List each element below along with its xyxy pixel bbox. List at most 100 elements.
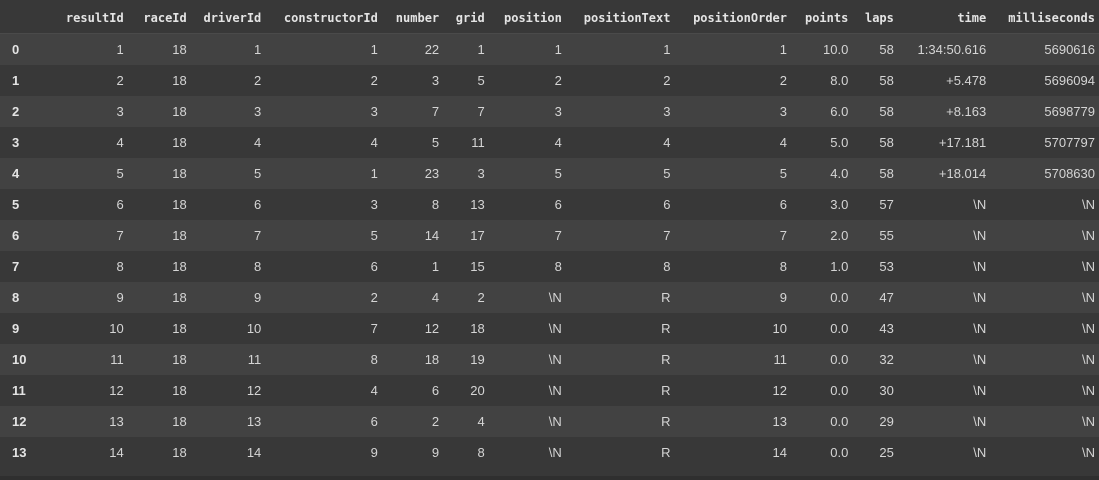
- cell-laps: 58: [879, 166, 894, 181]
- cell-resultId: 12: [109, 383, 124, 398]
- cell-milliseconds: 5690616: [1044, 42, 1095, 57]
- cell-driverId: 4: [254, 135, 262, 150]
- cell-resultId: 3: [116, 104, 124, 119]
- header-raceId: raceId: [127, 3, 191, 34]
- cell-position: 1: [554, 42, 562, 57]
- cell-number: 3: [431, 73, 440, 88]
- cell-positionText: 8: [663, 259, 671, 274]
- cell-points: 1.0: [830, 259, 849, 274]
- row-index: 6: [12, 228, 20, 243]
- table-row: 12 13 18 13 6 2 4 \N R 13 0.0 29 \N \N: [0, 406, 1099, 437]
- cell-constructorId: 6: [370, 259, 378, 274]
- cell-positionText: R: [661, 445, 671, 460]
- cell-number: 4: [431, 290, 440, 305]
- cell-driverId: 6: [254, 197, 262, 212]
- header-milliseconds: milliseconds: [990, 3, 1099, 34]
- cell-raceId: 18: [172, 197, 187, 212]
- table-row: 5 6 18 6 3 8 13 6 6 6 3.0 57 \N \N: [0, 189, 1099, 220]
- cell-points: 3.0: [830, 197, 849, 212]
- cell-position: 5: [554, 166, 562, 181]
- cell-positionText: 5: [663, 166, 671, 181]
- header-number: number: [381, 3, 444, 34]
- cell-grid: 13: [470, 197, 485, 212]
- cell-driverId: 2: [254, 73, 262, 88]
- cell-raceId: 18: [172, 445, 187, 460]
- cell-resultId: 8: [116, 259, 124, 274]
- cell-driverId: 5: [254, 166, 262, 181]
- cell-points: 0.0: [830, 414, 849, 429]
- row-index: 4: [12, 166, 20, 181]
- cell-constructorId: 3: [370, 197, 378, 212]
- cell-constructorId: 5: [370, 228, 378, 243]
- cell-raceId: 18: [172, 259, 187, 274]
- row-index: 5: [12, 197, 20, 212]
- cell-positionText: R: [661, 383, 671, 398]
- cell-constructorId: 3: [370, 104, 378, 119]
- cell-raceId: 18: [172, 166, 187, 181]
- row-index: 12: [12, 414, 27, 429]
- header-driverId: driverId: [190, 3, 266, 34]
- cell-position: 6: [554, 197, 562, 212]
- cell-points: 0.0: [830, 321, 849, 336]
- cell-milliseconds: \N: [1082, 321, 1095, 336]
- cell-driverId: 10: [246, 321, 262, 336]
- row-index: 13: [12, 445, 27, 460]
- cell-resultId: 7: [116, 228, 124, 243]
- row-index: 11: [12, 383, 26, 398]
- header-positionOrder: positionOrder: [674, 3, 791, 34]
- cell-time: 1:34:50.616: [917, 42, 987, 57]
- cell-constructorId: 7: [370, 321, 378, 336]
- header-constructorId: constructorId: [265, 3, 382, 34]
- cell-points: 0.0: [830, 290, 849, 305]
- cell-positionText: R: [661, 414, 671, 429]
- cell-laps: 30: [879, 383, 894, 398]
- cell-constructorId: 2: [370, 290, 378, 305]
- cell-points: 6.0: [830, 104, 849, 119]
- cell-positionOrder: 5: [779, 166, 787, 181]
- row-index: 3: [12, 135, 20, 150]
- cell-time: \N: [973, 259, 987, 274]
- cell-laps: 47: [879, 290, 894, 305]
- cell-position: \N: [548, 290, 562, 305]
- cell-raceId: 18: [172, 414, 187, 429]
- cell-driverId: 9: [254, 290, 262, 305]
- cell-resultId: 13: [109, 414, 124, 429]
- cell-positionText: 6: [663, 197, 671, 212]
- cell-milliseconds: \N: [1082, 414, 1095, 429]
- cell-raceId: 18: [172, 73, 187, 88]
- cell-milliseconds: \N: [1082, 259, 1095, 274]
- cell-number: 8: [431, 197, 440, 212]
- header-position: position: [488, 3, 566, 34]
- cell-time: \N: [973, 197, 987, 212]
- cell-resultId: 11: [110, 352, 124, 367]
- cell-raceId: 18: [172, 135, 187, 150]
- row-index: 10: [12, 352, 27, 367]
- cell-positionOrder: 10: [772, 321, 787, 336]
- cell-grid: 3: [477, 166, 485, 181]
- cell-raceId: 18: [172, 104, 187, 119]
- cell-number: 7: [431, 104, 440, 119]
- cell-laps: 32: [879, 352, 894, 367]
- cell-resultId: 10: [109, 321, 124, 336]
- cell-number: 14: [424, 228, 440, 243]
- cell-raceId: 18: [172, 383, 187, 398]
- cell-number: 5: [431, 135, 440, 150]
- row-index: 9: [12, 321, 20, 336]
- cell-driverId: 13: [246, 414, 262, 429]
- cell-time: \N: [973, 290, 987, 305]
- cell-number: 12: [424, 321, 440, 336]
- cell-points: 2.0: [830, 228, 849, 243]
- row-index: 2: [12, 104, 20, 119]
- cell-points: 5.0: [830, 135, 849, 150]
- header-points: points: [791, 3, 853, 34]
- cell-positionText: R: [661, 290, 671, 305]
- header-index: [0, 3, 36, 34]
- cell-laps: 58: [879, 104, 894, 119]
- header-resultId: resultId: [35, 3, 128, 34]
- cell-grid: 7: [477, 104, 485, 119]
- cell-laps: 58: [879, 42, 894, 57]
- cell-positionOrder: 12: [772, 383, 787, 398]
- cell-resultId: 14: [109, 445, 124, 460]
- cell-positionText: 2: [663, 73, 671, 88]
- cell-laps: 43: [879, 321, 894, 336]
